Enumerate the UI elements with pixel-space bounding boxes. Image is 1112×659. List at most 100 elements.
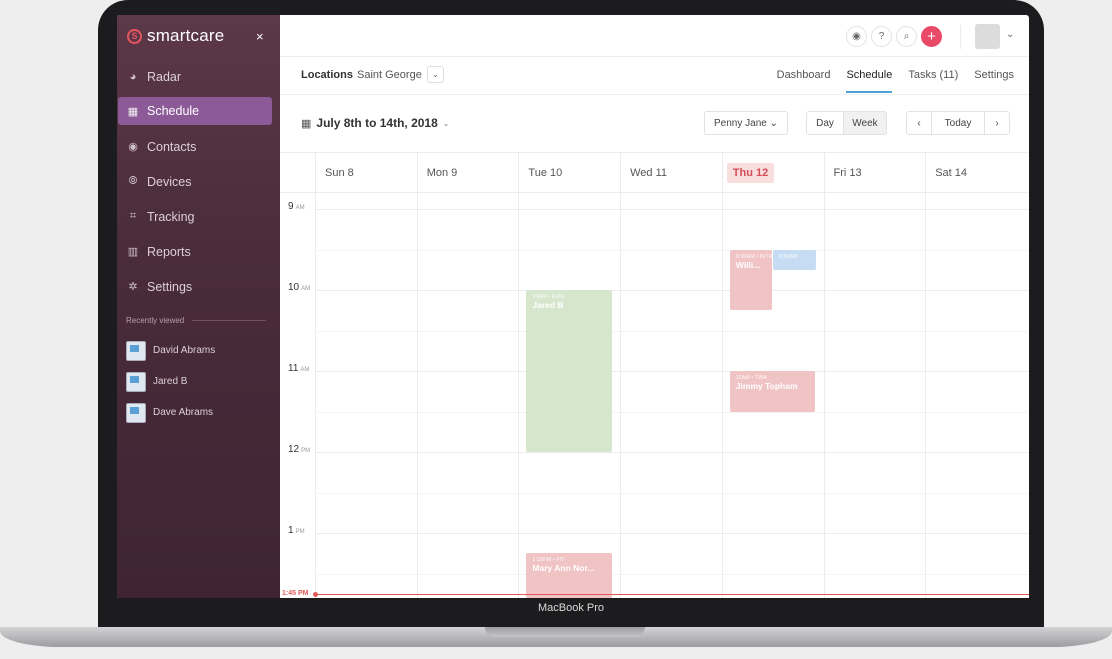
- event-time: 9:30AM: [778, 253, 798, 260]
- chart-icon: ▥: [127, 246, 139, 258]
- event-time: 11AM • TWA: [735, 375, 767, 381]
- day-header-label: Tue 10: [528, 167, 563, 179]
- brand-name: smartcare: [147, 26, 225, 45]
- calendar-event[interactable]: 9:30AM: [772, 249, 816, 270]
- sidebar-item-radar[interactable]: ◕ Radar: [118, 59, 272, 94]
- recently-viewed-label: Recently viewed: [126, 316, 185, 325]
- recently-viewed-list: David Abrams Jared B Dave Abrams: [126, 335, 215, 428]
- date-range-label: July 8th to 14th, 2018: [316, 116, 438, 130]
- chevron-down-icon[interactable]: ⌄: [1006, 29, 1014, 40]
- brand[interactable]: S smartcare: [127, 26, 224, 46]
- day-header[interactable]: Fri 13: [823, 153, 926, 193]
- half-hour-gridline: [315, 573, 1029, 575]
- avatar: [126, 340, 146, 361]
- divider: [960, 25, 961, 49]
- hour-ampm: AM: [301, 286, 311, 292]
- hour-label: 12 PM: [288, 444, 310, 455]
- recent-contact[interactable]: Dave Abrams: [126, 397, 215, 428]
- sidebar-item-tracking[interactable]: ⌗ Tracking: [118, 199, 272, 234]
- current-time-dot: [313, 591, 318, 597]
- day-column-divider: [315, 193, 316, 598]
- search-icon[interactable]: ⌕: [896, 26, 917, 47]
- prev-week-button[interactable]: ‹: [906, 111, 932, 135]
- day-column-divider: [620, 193, 622, 598]
- day-header[interactable]: Thu 12: [721, 153, 824, 193]
- view-day-button[interactable]: Day: [806, 111, 844, 135]
- divider: [192, 320, 266, 321]
- hour-ampm: PM: [301, 448, 311, 454]
- sidebar-item-devices[interactable]: ⦾ Devices: [118, 164, 272, 199]
- top-header: ◉ ? ⌕ + ⌄: [280, 15, 1029, 57]
- sidebar-item-label: Radar: [147, 69, 182, 84]
- tab-settings[interactable]: Settings: [974, 69, 1014, 81]
- sidebar-item-contacts[interactable]: ◉ Contacts: [118, 129, 272, 164]
- day-header[interactable]: Sun 8: [315, 153, 417, 193]
- calendar-grid[interactable]: 9 AM 10 AM 11 AM 12 PM 1 PM 10AM • EVAL Jared B 9:30…: [280, 193, 1029, 598]
- event-time: 10AM • EVAL: [532, 294, 566, 300]
- day-header[interactable]: Mon 9: [416, 153, 519, 193]
- day-column-divider: [518, 193, 520, 598]
- hour-gridline: [315, 371, 1029, 372]
- sidebar-item-label: Schedule: [147, 104, 200, 118]
- event-time: 9:30AM • INTR: [735, 253, 772, 260]
- tracking-icon: ⌗: [129, 210, 137, 222]
- close-icon[interactable]: ×: [256, 29, 264, 44]
- day-header-label: Sat 14: [935, 167, 967, 179]
- staff-select[interactable]: Penny Jane ⌄: [704, 111, 788, 135]
- gear-icon: ✲: [128, 281, 138, 293]
- calendar-event[interactable]: 1:15PM • FIT Mary Ann Nor...: [526, 553, 613, 598]
- tab-schedule[interactable]: Schedule: [846, 69, 892, 93]
- location-dropdown-chevron-icon[interactable]: ⌄: [427, 66, 444, 83]
- eye-icon[interactable]: ◉: [846, 26, 867, 47]
- chevron-down-icon: ⌄: [442, 118, 450, 128]
- contact-icon: ◉: [128, 141, 138, 153]
- calendar-toolbar: ▦ July 8th to 14th, 2018 ⌄ Penny Jane ⌄ …: [280, 95, 1029, 153]
- add-icon[interactable]: +: [921, 26, 942, 47]
- day-column-divider: [925, 193, 927, 598]
- sidebar-item-label: Tracking: [147, 209, 195, 224]
- event-title: Willi...: [735, 259, 761, 270]
- calendar-event[interactable]: 9:30AM • INTR Willi...: [729, 249, 772, 311]
- today-button[interactable]: Today: [931, 111, 985, 135]
- sidebar-item-label: Reports: [147, 244, 191, 259]
- sidebar-item-settings[interactable]: ✲ Settings: [118, 269, 272, 304]
- day-header[interactable]: Tue 10: [518, 153, 620, 193]
- view-week-button[interactable]: Week: [843, 111, 887, 135]
- tab-dashboard[interactable]: Dashboard: [777, 69, 831, 81]
- day-column-divider: [416, 193, 418, 598]
- laptop-notch: [485, 627, 645, 637]
- hour-number: 10: [288, 282, 300, 293]
- radar-icon: ◕: [129, 70, 137, 83]
- sidebar-item-reports[interactable]: ▥ Reports: [118, 234, 272, 269]
- recent-contact-name: David Abrams: [153, 345, 216, 356]
- sidebar-item-schedule[interactable]: ▦ Schedule: [118, 97, 272, 125]
- recent-contact[interactable]: David Abrams: [126, 335, 215, 366]
- day-header-label: Mon 9: [426, 167, 458, 179]
- chevron-down-icon: ⌄: [769, 117, 778, 129]
- half-hour-gridline: [315, 330, 1029, 332]
- user-avatar[interactable]: [975, 24, 1000, 49]
- next-week-button[interactable]: ›: [984, 111, 1010, 135]
- hour-ampm: AM: [300, 367, 310, 373]
- help-icon[interactable]: ?: [871, 26, 892, 47]
- event-title: Jared B: [532, 300, 564, 310]
- location-value[interactable]: Saint George: [357, 69, 422, 81]
- calendar-event[interactable]: 10AM • EVAL Jared B: [526, 290, 613, 452]
- day-column-divider: [721, 193, 723, 598]
- recent-contact[interactable]: Jared B: [126, 366, 215, 397]
- hour-number: 1: [288, 525, 294, 536]
- date-range-picker[interactable]: ▦ July 8th to 14th, 2018 ⌄: [301, 116, 450, 130]
- current-time-line: [315, 593, 1029, 595]
- hour-gridline: [315, 533, 1029, 534]
- day-header-label: Thu 12: [726, 163, 775, 183]
- device-icon: ⦾: [128, 175, 138, 187]
- hour-number: 11: [288, 363, 299, 374]
- day-header[interactable]: Wed 11: [620, 153, 722, 193]
- calendar-event[interactable]: 11AM • TWA Jimmy Topham: [729, 371, 816, 412]
- event-time: 1:15PM • FIT: [532, 557, 565, 564]
- day-header[interactable]: Sat 14: [925, 153, 1027, 193]
- day-header-label: Fri 13: [833, 167, 862, 179]
- calendar-day-headers: Sun 8 Mon 9 Tue 10 Wed 11 Thu 12 Fri 13 Sat 14: [280, 153, 1029, 193]
- tab-tasks[interactable]: Tasks (11): [908, 69, 958, 81]
- day-column-divider: [823, 193, 825, 598]
